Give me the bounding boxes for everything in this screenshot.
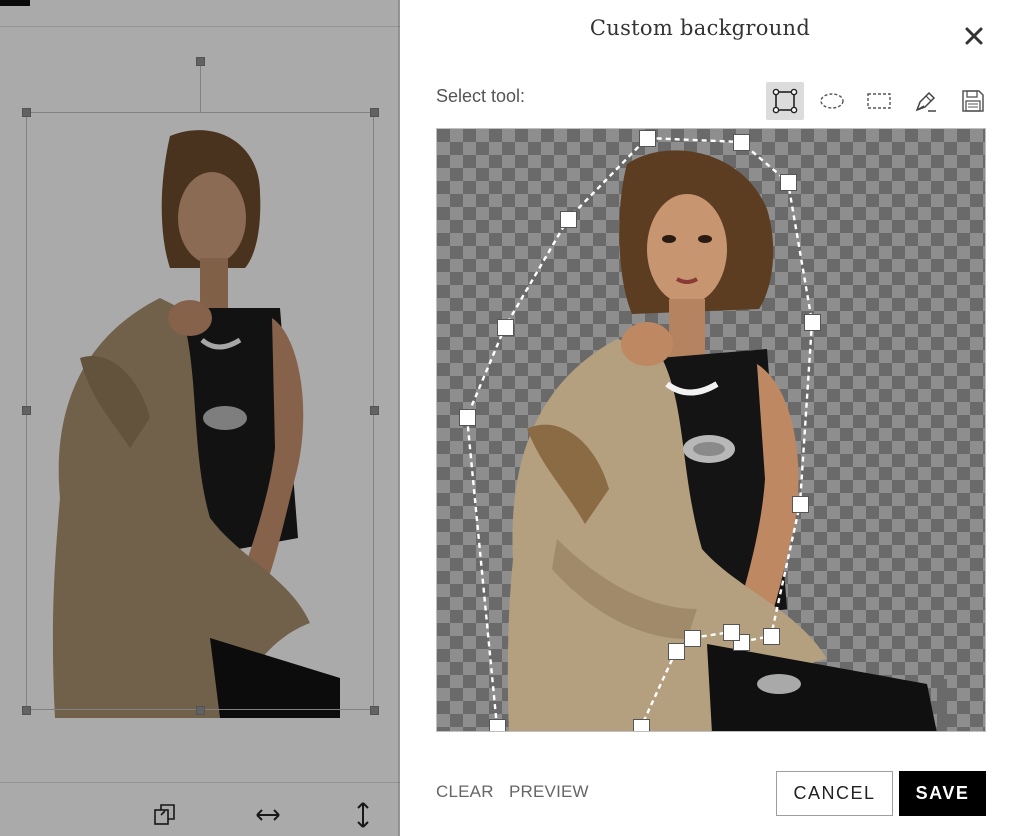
polygon-selection-path [465,136,814,728]
polygon-control-point[interactable] [792,496,809,513]
resize-handle-top-right[interactable] [370,108,379,117]
cancel-button[interactable]: CANCEL [776,771,893,816]
polygon-control-point[interactable] [633,719,650,731]
resize-handle-bottom-left[interactable] [22,706,31,715]
save-button[interactable]: SAVE [899,771,986,816]
duplicate-icon[interactable] [150,800,180,830]
flip-horizontal-icon[interactable] [253,800,283,830]
background-edit-canvas[interactable] [436,128,986,732]
polygon-select-icon[interactable] [766,82,804,120]
polygon-control-point[interactable] [639,130,656,147]
rotation-handle-line [200,66,201,112]
close-icon[interactable] [960,22,988,50]
polygon-control-point[interactable] [723,624,740,641]
dialog-title: Custom background [589,16,811,40]
polygon-control-point[interactable] [804,314,821,331]
resize-handle-right[interactable] [370,406,379,415]
top-divider [0,26,400,27]
selection-box[interactable] [26,112,374,710]
editor-bottom-toolbar [0,782,400,836]
polygon-control-point[interactable] [668,643,685,660]
polygon-control-point[interactable] [497,319,514,336]
select-tool-label: Select tool: [436,86,526,106]
polygon-control-point[interactable] [560,211,577,228]
clear-button[interactable]: CLEAR [436,782,494,802]
flip-vertical-icon[interactable] [348,800,378,830]
ellipse-select-icon[interactable] [813,82,851,120]
rotation-handle[interactable] [196,57,205,66]
polygon-control-point[interactable] [763,628,780,645]
resize-handle-top-left[interactable] [22,108,31,117]
polygon-control-point[interactable] [489,719,506,731]
resize-handle-bottom[interactable] [196,706,205,715]
polygon-control-point[interactable] [733,134,750,151]
top-left-menu-fragment [0,0,30,6]
resize-handle-left[interactable] [22,406,31,415]
custom-background-dialog: Custom background Select tool: CLEAR PRE… [400,0,1012,836]
save-disk-icon[interactable] [954,82,992,120]
resize-handle-bottom-right[interactable] [370,706,379,715]
editor-canvas [0,0,400,836]
pen-draw-icon[interactable] [907,82,945,120]
rectangle-select-icon[interactable] [860,82,898,120]
polygon-control-point[interactable] [459,409,476,426]
selection-toolbar [766,82,992,120]
polygon-control-point[interactable] [684,630,701,647]
polygon-control-point[interactable] [780,174,797,191]
preview-button[interactable]: PREVIEW [509,782,589,802]
